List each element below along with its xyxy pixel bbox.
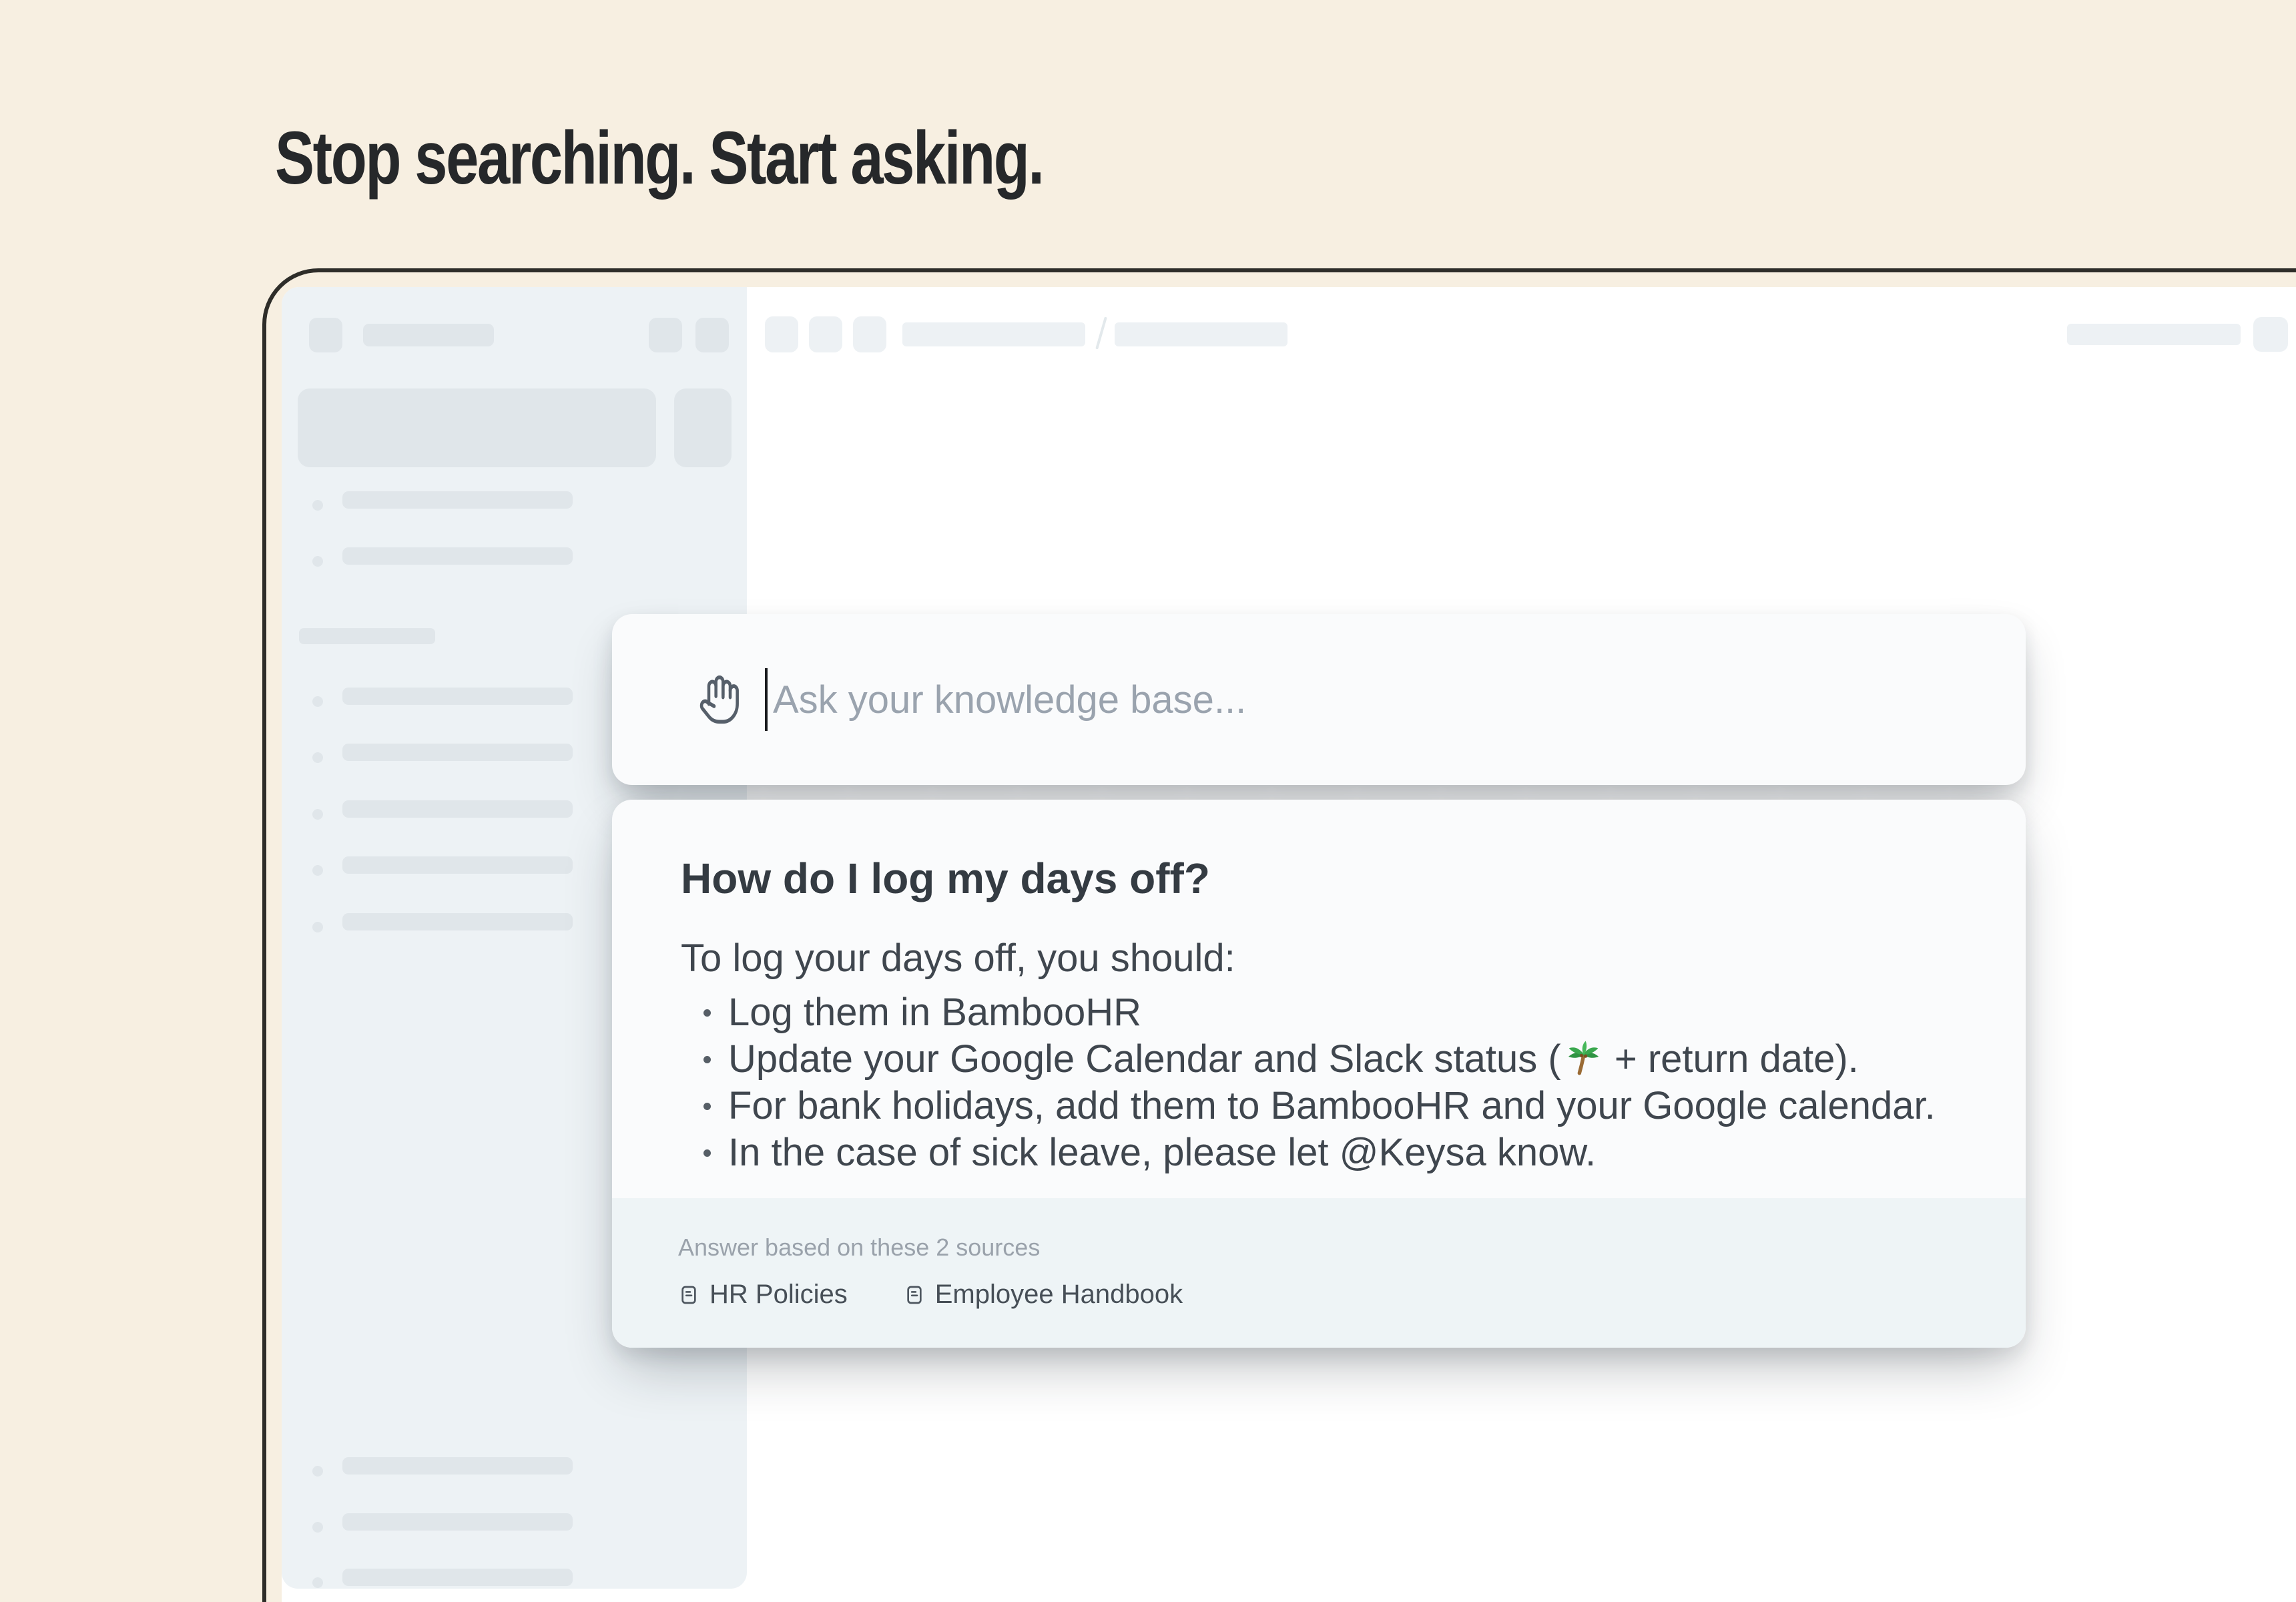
bullet-text: In the case of sick leave, please let @K…: [728, 1129, 1596, 1176]
bullet-dot-icon: [703, 1009, 711, 1017]
answer-sources-footer: Answer based on these 2 sources HR Polic…: [612, 1198, 2026, 1348]
sidebar-icon-button-skeleton: [649, 318, 682, 352]
bullet-text: For bank holidays, add them to BambooHR …: [728, 1083, 1936, 1129]
palm-tree-emoji: [1564, 1040, 1601, 1077]
sidebar-nav-item-skeleton: [342, 1457, 573, 1475]
answer-card: How do I log my days off? To log your da…: [612, 800, 2026, 1348]
answer-body: How do I log my days off? To log your da…: [612, 800, 2026, 1198]
sidebar-nav-item-skeleton: [342, 856, 573, 874]
bullet-icon: [312, 696, 323, 707]
sidebar-icon-button-skeleton: [695, 318, 729, 352]
ask-search-bar[interactable]: Ask your knowledge base...: [612, 614, 2026, 785]
answer-bullet: For bank holidays, add them to BambooHR …: [681, 1083, 1966, 1129]
breadcrumb-segment-skeleton: [902, 322, 1085, 346]
page: Stop searching. Start asking.: [0, 0, 2296, 1602]
sources-label: Answer based on these 2 sources: [678, 1233, 2026, 1262]
sidebar-nav-item-skeleton: [342, 1513, 573, 1531]
bullet-icon: [312, 556, 323, 567]
bullet-dot-icon: [703, 1056, 711, 1063]
sidebar-search-skeleton: [298, 388, 656, 467]
ask-input-placeholder[interactable]: Ask your knowledge base...: [773, 678, 1246, 722]
bullet-icon: [312, 1466, 323, 1477]
sidebar-section-label-skeleton: [299, 628, 435, 644]
toolbar-icon-skeleton: [809, 316, 842, 352]
document-icon: [904, 1283, 925, 1307]
bullet-icon: [312, 809, 323, 820]
answer-bullet: Update your Google Calendar and Slack st…: [681, 1036, 1966, 1083]
bullet-text: Log them in BambooHR: [728, 989, 1141, 1036]
document-icon: [678, 1283, 699, 1307]
bullet-icon: [312, 500, 323, 511]
sidebar-nav-item-skeleton: [342, 547, 573, 565]
bullet-text-before: Update your Google Calendar and Slack st…: [728, 1037, 1561, 1081]
bullet-icon: [312, 752, 323, 763]
toolbar-icon-skeleton: [765, 316, 798, 352]
bullet-dot-icon: [703, 1149, 711, 1157]
breadcrumb-slash: [1095, 316, 1107, 349]
toolbar-icon-skeleton: [853, 316, 886, 352]
text-cursor: [765, 668, 768, 731]
answer-bullet: In the case of sick leave, please let @K…: [681, 1129, 1966, 1176]
workspace-logo-skeleton: [309, 318, 342, 352]
page-title: Stop searching. Start asking.: [275, 115, 1043, 201]
source-label: HR Policies: [709, 1280, 848, 1310]
sources-row: HR Policies Employee Handbook: [678, 1280, 2026, 1310]
source-link-hr-policies[interactable]: HR Policies: [678, 1280, 848, 1310]
bullet-icon: [312, 1577, 323, 1588]
bullet-icon: [312, 865, 323, 876]
source-link-employee-handbook[interactable]: Employee Handbook: [904, 1280, 1183, 1310]
topbar-right-button-skeleton: [2253, 317, 2288, 352]
bullet-icon: [312, 922, 323, 932]
raised-hand-icon: [698, 673, 741, 726]
answer-question: How do I log my days off?: [681, 852, 1966, 905]
sidebar-nav-item-skeleton: [342, 744, 573, 761]
answer-intro: To log your days off, you should:: [681, 934, 1966, 983]
answer-bullet: Log them in BambooHR: [681, 989, 1966, 1036]
sidebar-new-button-skeleton: [674, 388, 732, 467]
workspace-name-skeleton: [363, 324, 494, 346]
breadcrumb-segment-skeleton: [1115, 322, 1287, 346]
bullet-icon: [312, 1522, 323, 1533]
source-label: Employee Handbook: [935, 1280, 1183, 1310]
sidebar-nav-item-skeleton: [342, 800, 573, 818]
bullet-text: Update your Google Calendar and Slack st…: [728, 1036, 1859, 1083]
bullet-text-after: + return date).: [1604, 1037, 1859, 1081]
bullet-dot-icon: [703, 1103, 711, 1110]
answer-bullet-list: Log them in BambooHR Update your Google …: [681, 989, 1966, 1176]
sidebar-nav-item-skeleton: [342, 491, 573, 509]
sidebar-nav-item-skeleton: [342, 688, 573, 705]
sidebar-nav-item-skeleton: [342, 1569, 573, 1586]
sidebar-nav-item-skeleton: [342, 913, 573, 930]
topbar-right-label-skeleton: [2067, 324, 2241, 345]
